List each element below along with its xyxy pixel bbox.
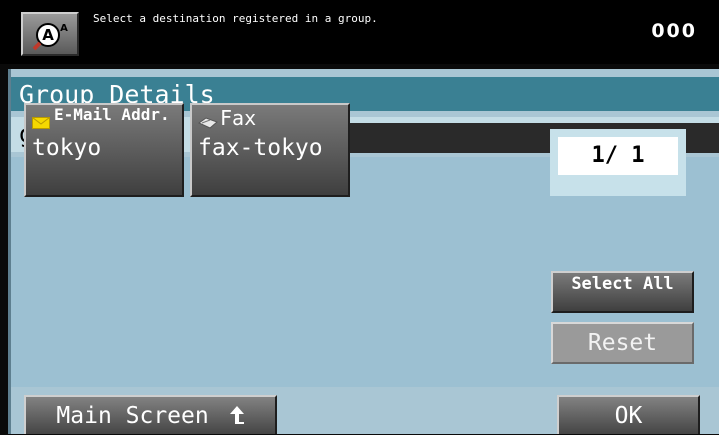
main-screen-button[interactable]: Main Screen: [24, 395, 277, 434]
job-counter: 000: [651, 20, 697, 42]
destination-name: fax-tokyo: [198, 135, 323, 161]
destination-type-label: Fax: [220, 106, 257, 130]
destination-button-fax[interactable]: Fax fax-tokyo: [190, 103, 350, 197]
message-bar: A A Select a destination registered in a…: [0, 0, 719, 64]
help-button[interactable]: A A: [21, 12, 79, 56]
return-arrow-icon: [229, 406, 244, 424]
svg-text:A: A: [60, 23, 68, 34]
page-indicator: 1/ 1: [550, 129, 686, 196]
page-number: 1/ 1: [558, 137, 678, 175]
help-accessibility-icon: A A: [32, 23, 68, 51]
fax-icon: [198, 117, 218, 129]
envelope-icon: [32, 117, 50, 129]
destination-name: tokyo: [32, 135, 102, 161]
status-message: Select a destination registered in a gro…: [93, 12, 378, 25]
svg-text:A: A: [42, 26, 54, 44]
reset-button[interactable]: Reset: [551, 322, 694, 364]
main-screen-label: Main Screen: [56, 403, 209, 429]
destination-button-email[interactable]: E-Mail Addr. tokyo: [24, 103, 184, 197]
destination-type-label: E-Mail Addr.: [54, 105, 170, 124]
ok-button[interactable]: OK: [557, 395, 700, 434]
select-all-button[interactable]: Select All: [551, 271, 694, 313]
